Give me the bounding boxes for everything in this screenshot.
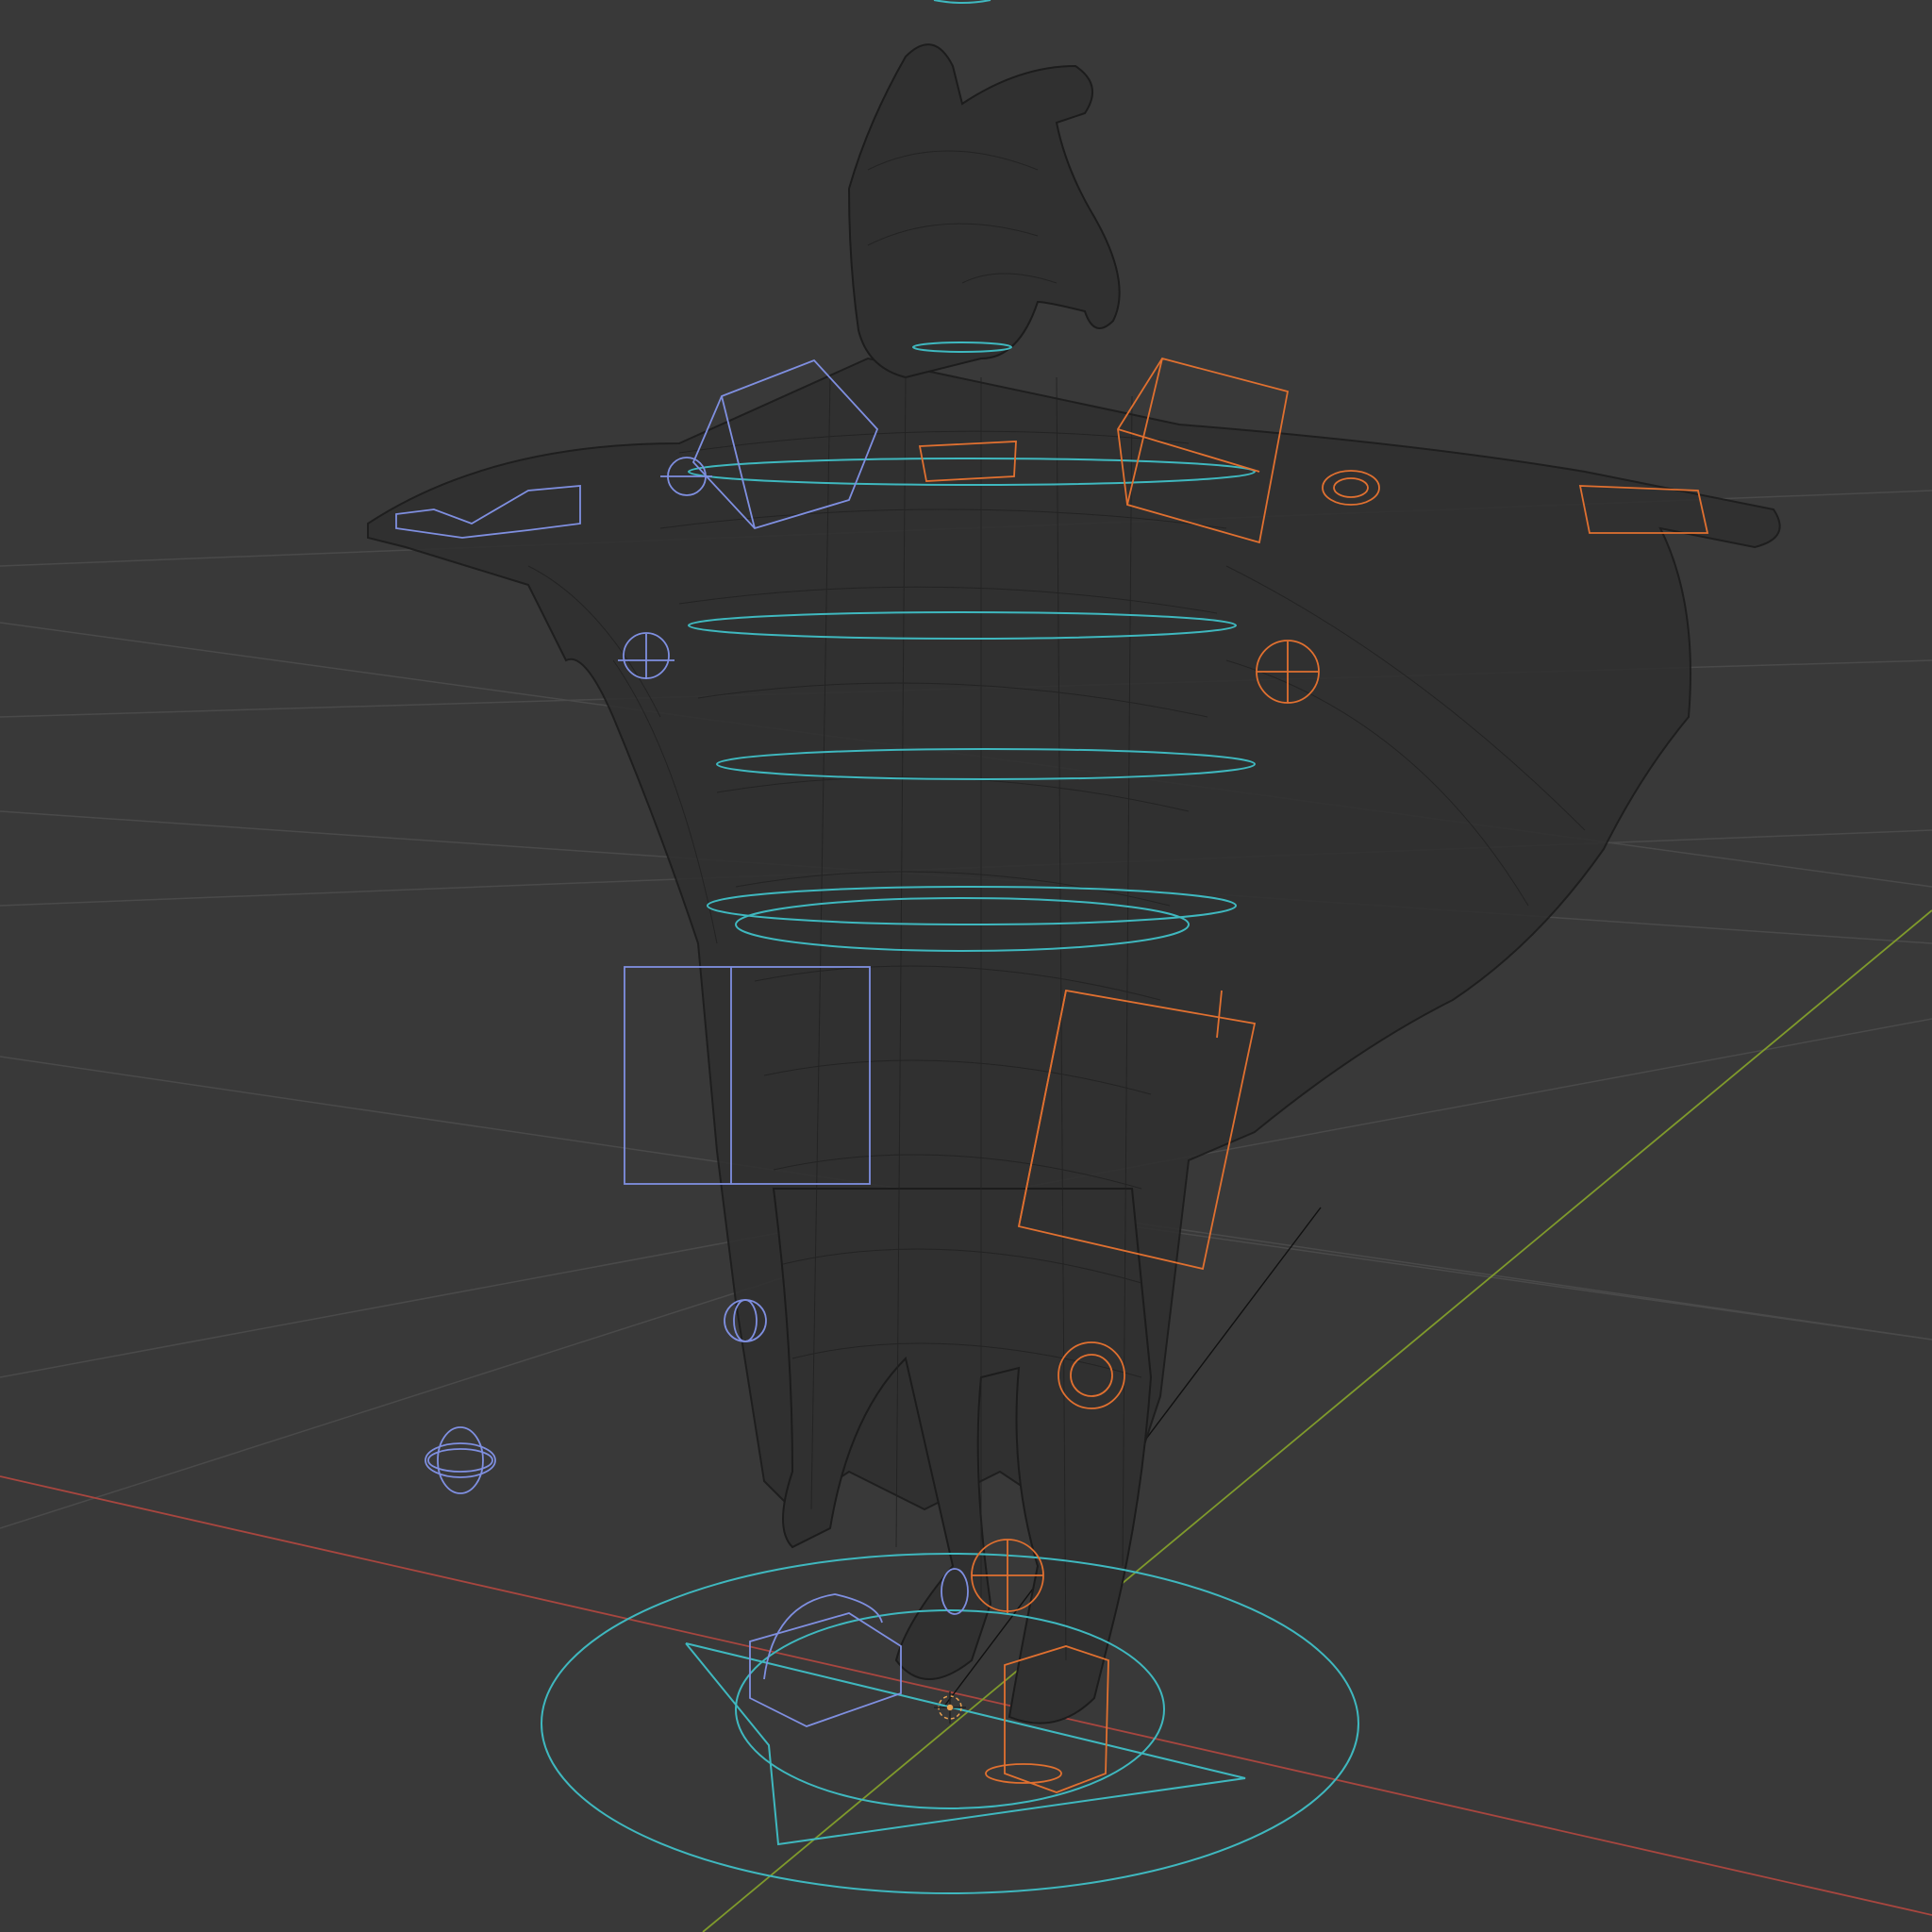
character-mesh[interactable] xyxy=(367,43,1781,1724)
viewport-canvas[interactable] xyxy=(0,0,1932,1932)
3d-viewport[interactable] xyxy=(0,0,1932,1932)
3d-cursor[interactable] xyxy=(934,1691,966,1724)
camera-arc xyxy=(933,0,991,4)
